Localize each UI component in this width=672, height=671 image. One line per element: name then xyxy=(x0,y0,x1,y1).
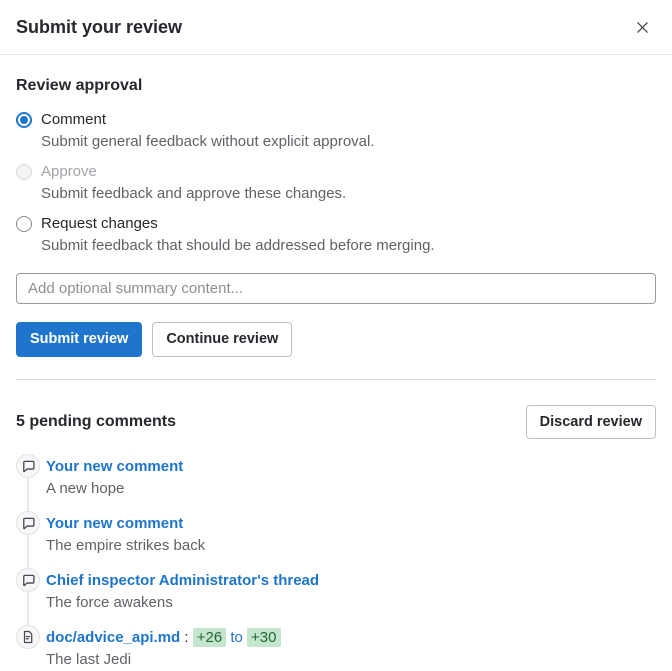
title-separator: : xyxy=(180,629,193,646)
review-approval-heading: Review approval xyxy=(16,76,656,96)
radio-approve-label: Approve xyxy=(41,161,97,182)
range-connector: to xyxy=(226,629,247,646)
radio-comment-description: Submit general feedback without explicit… xyxy=(41,131,656,152)
comment-title-line: doc/advice_api.md : +26 to +30 xyxy=(46,627,656,649)
dialog-title: Submit your review xyxy=(16,13,182,41)
radio-request-changes[interactable] xyxy=(16,216,32,232)
pending-comment-item: doc/advice_api.md : +26 to +30The last J… xyxy=(16,627,656,671)
radio-option-approve: Approve Submit feedback and approve thes… xyxy=(16,161,656,204)
comment-link[interactable]: Your new comment xyxy=(46,458,183,475)
pending-comment-item: Your new comment The empire strikes back xyxy=(16,513,656,557)
radio-approve xyxy=(16,164,32,180)
review-actions: Submit review Continue review xyxy=(16,322,656,357)
radio-approve-description: Submit feedback and approve these change… xyxy=(41,183,656,204)
comment-link[interactable]: doc/advice_api.md xyxy=(46,629,180,646)
radio-comment[interactable] xyxy=(16,112,32,128)
radio-option-request-changes: Request changes Submit feedback that sho… xyxy=(16,213,656,256)
radio-option-comment-row[interactable]: Comment xyxy=(16,109,656,130)
file-icon xyxy=(16,625,40,649)
comment-title-line: Your new comment xyxy=(46,456,656,478)
comment-subtitle: The force awakens xyxy=(46,592,656,614)
comment-subtitle: A new hope xyxy=(46,478,656,500)
comment-icon xyxy=(16,511,40,535)
line-badge-from: +26 xyxy=(193,628,226,647)
pending-comment-item: Your new comment A new hope xyxy=(16,456,656,500)
radio-option-request-changes-row[interactable]: Request changes xyxy=(16,213,656,234)
comment-title-line: Your new comment xyxy=(46,513,656,535)
radio-option-approve-row: Approve xyxy=(16,161,656,182)
close-icon xyxy=(635,20,650,35)
continue-review-button[interactable]: Continue review xyxy=(152,322,292,357)
comment-title-line: Chief inspector Administrator's thread xyxy=(46,570,656,592)
comment-link[interactable]: Chief inspector Administrator's thread xyxy=(46,572,319,589)
line-badge-to: +30 xyxy=(247,628,280,647)
pending-comments-header: 5 pending comments Discard review xyxy=(16,405,656,440)
summary-input[interactable] xyxy=(16,273,656,304)
submit-review-button[interactable]: Submit review xyxy=(16,322,142,357)
pending-comments-list: Your new commentA new hopeYour new comme… xyxy=(16,456,656,671)
discard-review-button[interactable]: Discard review xyxy=(526,405,656,440)
dialog-header: Submit your review xyxy=(0,0,672,55)
dialog-body: Review approval Comment Submit general f… xyxy=(0,76,672,671)
pending-comments-heading: 5 pending comments xyxy=(16,413,176,431)
comment-link[interactable]: Your new comment xyxy=(46,515,183,532)
radio-request-changes-description: Submit feedback that should be addressed… xyxy=(41,235,656,256)
comment-subtitle: The empire strikes back xyxy=(46,535,656,557)
comment-subtitle: The last Jedi xyxy=(46,649,656,671)
radio-comment-label: Comment xyxy=(41,109,106,130)
comment-icon xyxy=(16,568,40,592)
section-divider xyxy=(16,379,656,380)
close-button[interactable] xyxy=(628,13,656,41)
radio-option-comment: Comment Submit general feedback without … xyxy=(16,109,656,152)
pending-comment-item: Chief inspector Administrator's thread Th… xyxy=(16,570,656,614)
radio-request-changes-label: Request changes xyxy=(41,213,158,234)
comment-icon xyxy=(16,454,40,478)
